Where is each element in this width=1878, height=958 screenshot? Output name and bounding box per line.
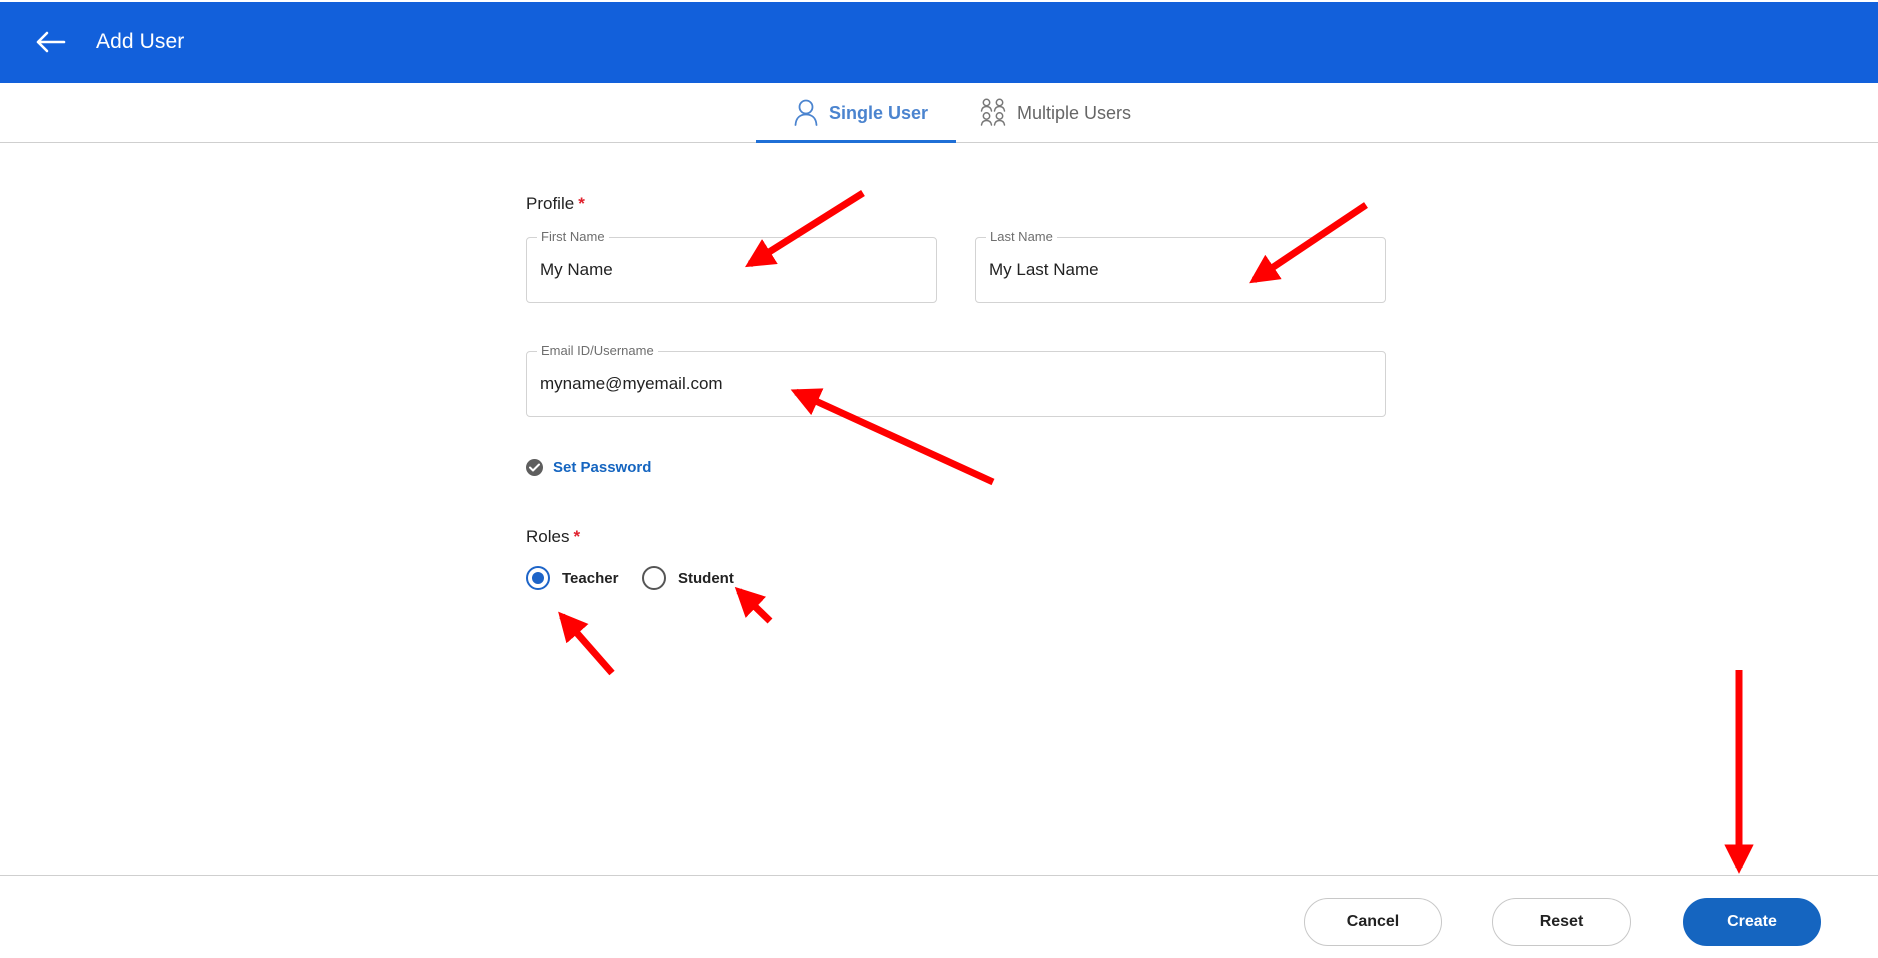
annotation-arrow (734, 586, 773, 624)
roles-section-title: Roles * (526, 527, 580, 547)
add-user-page: Add User Single User Multiple Users Prof… (0, 0, 1878, 958)
email-input[interactable] (540, 374, 1372, 394)
required-marker: * (573, 527, 581, 546)
student-radio[interactable] (642, 566, 666, 590)
role-option-student[interactable]: Student (642, 566, 734, 590)
tab-bar: Single User Multiple Users (0, 83, 1878, 143)
user-icon (794, 99, 818, 126)
action-footer: Cancel Reset Create (0, 875, 1878, 958)
reset-button[interactable]: Reset (1492, 898, 1631, 946)
check-circle-icon (526, 459, 543, 476)
active-tab-indicator (756, 140, 956, 143)
tab-multiple-users-label: Multiple Users (1017, 102, 1132, 123)
annotation-arrow (558, 611, 615, 676)
roles-title-text: Roles (526, 527, 570, 546)
tab-single-user-label: Single User (829, 102, 929, 123)
app-header: Add User (0, 2, 1878, 83)
users-icon (980, 98, 1006, 126)
profile-section-title: Profile * (526, 194, 585, 214)
cancel-button[interactable]: Cancel (1304, 898, 1442, 946)
first-name-label: First Name (537, 229, 609, 244)
tab-multiple-users[interactable]: Multiple Users (978, 83, 1158, 143)
email-label: Email ID/Username (537, 343, 658, 358)
set-password-link[interactable]: Set Password (526, 459, 651, 476)
teacher-label: Teacher (562, 569, 619, 587)
first-name-field[interactable]: First Name (526, 229, 937, 303)
required-marker: * (578, 194, 585, 213)
first-name-input[interactable] (540, 260, 923, 280)
create-button[interactable]: Create (1683, 898, 1821, 946)
arrow-left-icon (36, 31, 66, 53)
last-name-input[interactable] (989, 260, 1372, 280)
student-label: Student (678, 569, 734, 587)
last-name-field[interactable]: Last Name (975, 229, 1386, 303)
radio-selected-dot (532, 572, 544, 584)
annotation-overlay (558, 190, 1754, 874)
role-option-teacher[interactable]: Teacher (526, 566, 618, 590)
email-field[interactable]: Email ID/Username (526, 343, 1386, 417)
page-title: Add User (96, 30, 185, 53)
last-name-label: Last Name (986, 229, 1057, 244)
profile-title-text: Profile (526, 194, 575, 213)
tab-single-user[interactable]: Single User (756, 83, 956, 143)
teacher-radio[interactable] (526, 566, 550, 590)
back-button[interactable] (28, 22, 72, 62)
set-password-label: Set Password (553, 459, 652, 476)
